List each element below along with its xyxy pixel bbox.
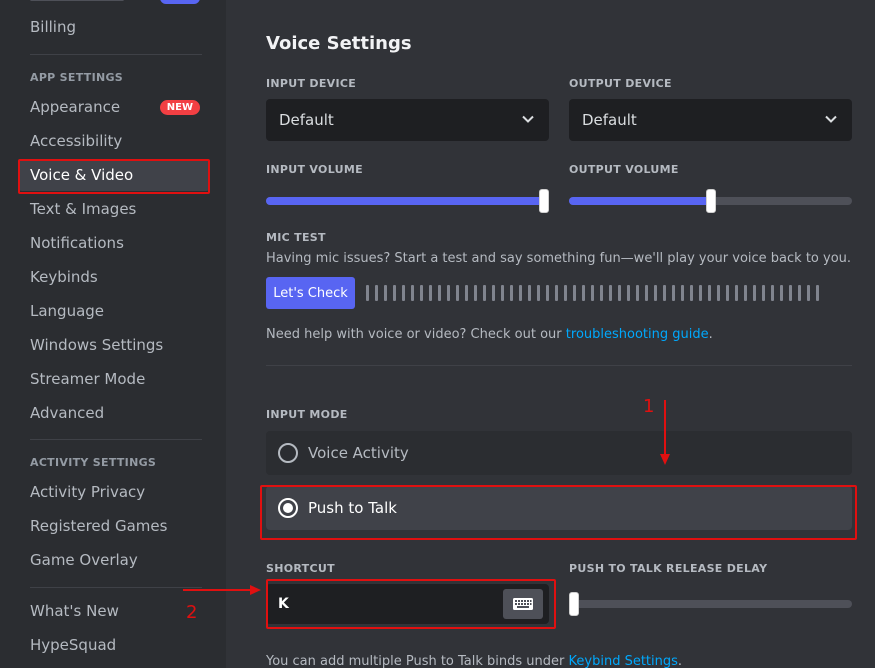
annotation-arrow-1-head bbox=[660, 454, 670, 465]
annotation-arrows bbox=[183, 400, 670, 595]
annotation-arrow-2-head bbox=[250, 585, 261, 595]
